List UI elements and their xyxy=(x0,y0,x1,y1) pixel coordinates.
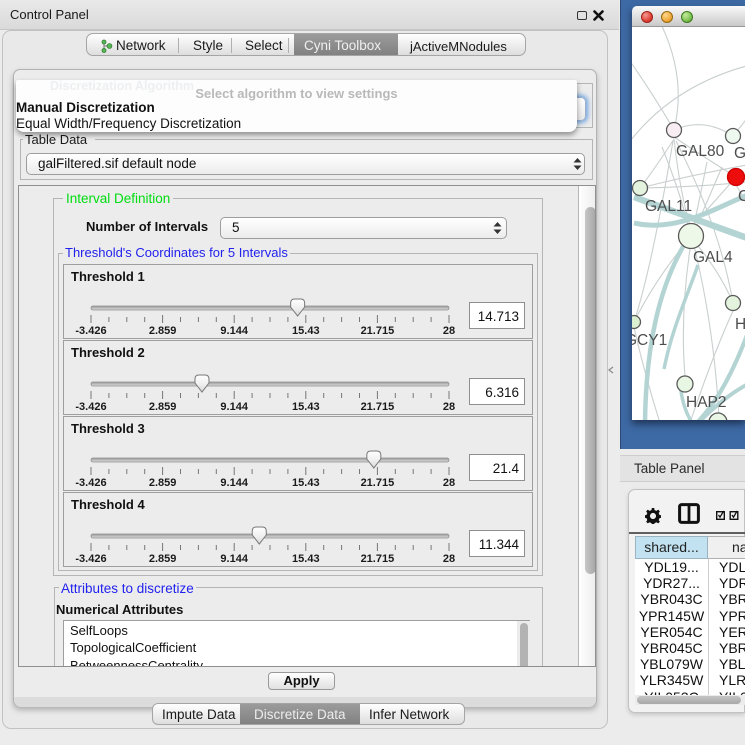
svg-text:15.43: 15.43 xyxy=(292,553,320,565)
svg-text:2.859: 2.859 xyxy=(149,477,177,489)
svg-text:2.859: 2.859 xyxy=(149,325,177,337)
svg-text:GCY1: GCY1 xyxy=(632,332,667,349)
svg-text:GAL11: GAL11 xyxy=(645,198,692,215)
svg-text:-3.426: -3.426 xyxy=(75,401,106,413)
svg-text:21.715: 21.715 xyxy=(361,401,395,413)
svg-text:9.144: 9.144 xyxy=(220,401,248,413)
svg-text:9.144: 9.144 xyxy=(220,477,248,489)
svg-text:H: H xyxy=(735,316,745,333)
svg-text:15.43: 15.43 xyxy=(292,325,320,337)
svg-text:28: 28 xyxy=(443,477,455,489)
svg-text:15.43: 15.43 xyxy=(292,401,320,413)
svg-text:21.715: 21.715 xyxy=(361,477,395,489)
svg-text:-3.426: -3.426 xyxy=(75,553,106,565)
svg-text:GAL80: GAL80 xyxy=(676,143,725,160)
svg-text:HAP2: HAP2 xyxy=(686,394,727,411)
svg-text:2.859: 2.859 xyxy=(149,553,177,565)
svg-text:-3.426: -3.426 xyxy=(75,477,106,489)
svg-text:GA: GA xyxy=(734,145,745,162)
svg-text:28: 28 xyxy=(443,325,455,337)
svg-text:9.144: 9.144 xyxy=(220,553,248,565)
svg-text:2.859: 2.859 xyxy=(149,401,177,413)
svg-text:28: 28 xyxy=(443,553,455,565)
svg-text:15.43: 15.43 xyxy=(292,477,320,489)
svg-text:C: C xyxy=(738,188,745,205)
svg-text:28: 28 xyxy=(443,401,455,413)
svg-text:21.715: 21.715 xyxy=(361,553,395,565)
svg-text:21.715: 21.715 xyxy=(361,325,395,337)
svg-text:-3.426: -3.426 xyxy=(75,325,106,337)
svg-text:GAL4: GAL4 xyxy=(693,249,733,266)
svg-text:9.144: 9.144 xyxy=(220,325,248,337)
